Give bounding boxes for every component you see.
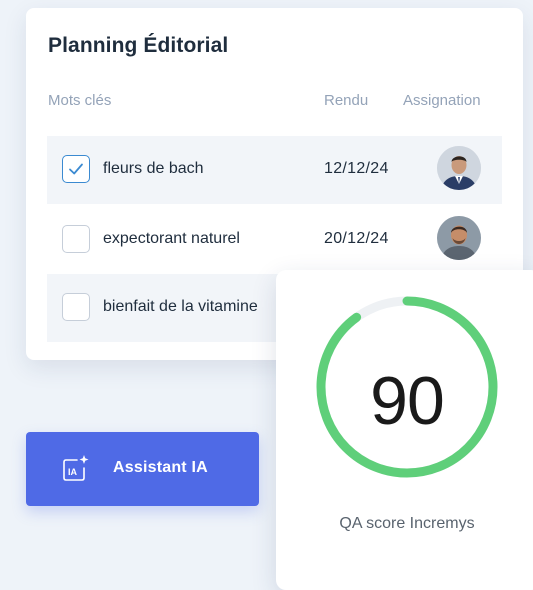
- svg-text:IA: IA: [68, 467, 78, 477]
- keyword-cell: fleurs de bach: [103, 160, 204, 177]
- row-checkbox[interactable]: [62, 225, 90, 253]
- column-header-rendu: Rendu: [324, 92, 369, 109]
- column-header-assignation: Assignation: [403, 92, 481, 109]
- table-row[interactable]: expectorant naturel 20/12/24: [47, 206, 502, 274]
- avatar[interactable]: [437, 216, 481, 260]
- column-header-keywords: Mots clés: [48, 92, 112, 109]
- keyword-cell: expectorant naturel: [103, 230, 240, 247]
- person-avatar-icon: [437, 216, 481, 260]
- assistant-ia-label: Assistant IA: [113, 459, 208, 476]
- check-icon: [69, 163, 83, 175]
- assistant-ia-button[interactable]: IA Assistant IA: [26, 432, 259, 506]
- table-row[interactable]: fleurs de bach 12/12/24: [47, 136, 502, 204]
- keyword-cell: bienfait de la vitamine: [103, 298, 258, 315]
- page-title: Planning Éditorial: [48, 34, 229, 57]
- qa-score-card: 90 QA score Incremys: [276, 270, 533, 590]
- avatar[interactable]: [437, 146, 481, 190]
- qa-score-label: QA score Incremys: [339, 515, 475, 532]
- row-checkbox[interactable]: [62, 293, 90, 321]
- qa-score-value: 90: [370, 363, 445, 439]
- ai-sparkle-icon: IA: [63, 455, 89, 481]
- date-cell: 20/12/24: [324, 230, 389, 247]
- date-cell: 12/12/24: [324, 160, 389, 177]
- row-checkbox[interactable]: [62, 155, 90, 183]
- person-avatar-icon: [437, 146, 481, 190]
